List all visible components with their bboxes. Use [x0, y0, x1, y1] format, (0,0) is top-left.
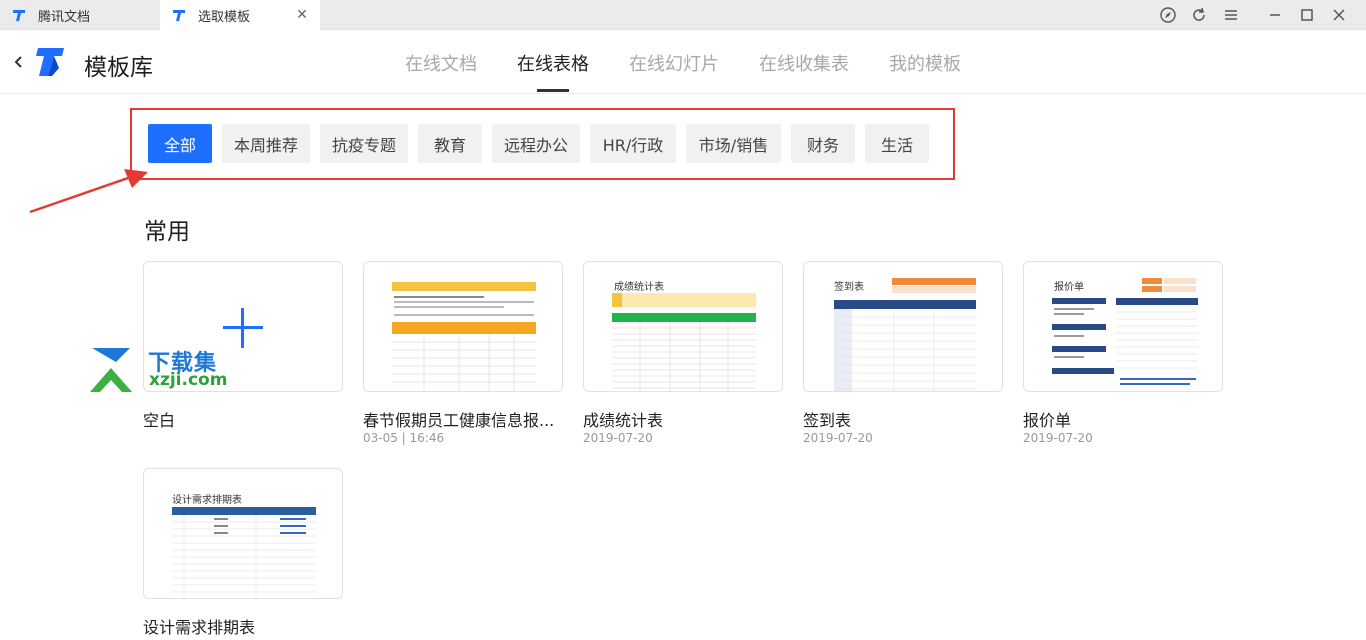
- close-icon[interactable]: ✕: [294, 7, 310, 23]
- template-date: 2019-07-20: [803, 431, 873, 445]
- template-card-health-report[interactable]: [363, 261, 563, 392]
- tab-label: 腾讯文档: [38, 9, 91, 25]
- plus-icon: [223, 308, 263, 348]
- category-remote-work[interactable]: 远程办公: [492, 124, 580, 163]
- watermark-url: xzji.com: [149, 370, 228, 390]
- category-finance[interactable]: 财务: [791, 124, 855, 163]
- template-name[interactable]: 春节假期员工健康信息报...: [363, 407, 554, 431]
- maximize-icon[interactable]: [1297, 5, 1317, 25]
- tab-online-slides[interactable]: 在线幻灯片: [629, 50, 719, 76]
- template-name[interactable]: 签到表: [803, 407, 851, 431]
- tencent-docs-icon: [13, 10, 25, 21]
- template-thumbnail: [834, 278, 976, 391]
- header: 模板库 在线文档 在线表格 在线幻灯片 在线收集表 我的模板: [0, 30, 1366, 94]
- category-marketing-sales[interactable]: 市场/销售: [686, 124, 781, 163]
- template-thumbnail: [1052, 278, 1198, 385]
- template-name[interactable]: 空白: [143, 407, 175, 431]
- category-education[interactable]: 教育: [418, 124, 482, 163]
- tab-label: 选取模板: [198, 9, 251, 25]
- category-weekly[interactable]: 本周推荐: [222, 124, 310, 163]
- template-name[interactable]: 报价单: [1023, 407, 1071, 431]
- template-date: 2019-07-20: [583, 431, 653, 445]
- template-card-design-schedule[interactable]: 设计需求排期表: [143, 468, 343, 599]
- tab-online-doc[interactable]: 在线文档: [405, 50, 477, 76]
- tencent-docs-icon: [173, 10, 185, 21]
- annotation-arrow: [29, 169, 148, 214]
- category-hr-admin[interactable]: HR/行政: [590, 124, 676, 163]
- category-epidemic[interactable]: 抗疫专题: [320, 124, 408, 163]
- minimize-icon[interactable]: [1265, 5, 1285, 25]
- template-card-sign-in[interactable]: 签到表: [803, 261, 1003, 392]
- title-bar: 腾讯文档 选取模板 ✕: [0, 0, 1366, 30]
- template-thumbnail: [392, 282, 536, 391]
- template-name[interactable]: 成绩统计表: [583, 407, 663, 431]
- tab-my-templates[interactable]: 我的模板: [889, 50, 961, 76]
- tencent-docs-logo: [36, 48, 64, 76]
- section-title: 常用: [144, 219, 190, 245]
- page-title: 模板库: [84, 55, 153, 81]
- template-card-quotation[interactable]: 报价单: [1023, 261, 1223, 392]
- compass-icon[interactable]: [1158, 5, 1178, 25]
- template-date: 03-05 | 16:46: [363, 431, 445, 445]
- template-card-score-stats[interactable]: 成绩统计表: [583, 261, 783, 392]
- tab-tencent-docs[interactable]: 腾讯文档: [0, 0, 160, 30]
- refresh-icon[interactable]: [1189, 5, 1209, 25]
- category-all[interactable]: 全部: [148, 124, 212, 163]
- back-icon[interactable]: [12, 52, 26, 72]
- tab-online-sheet[interactable]: 在线表格: [517, 50, 589, 76]
- template-thumbnail: [612, 293, 756, 391]
- category-life[interactable]: 生活: [865, 124, 929, 163]
- tab-online-form[interactable]: 在线收集表: [759, 50, 849, 76]
- template-name[interactable]: 设计需求排期表: [143, 614, 255, 638]
- active-tab-indicator: [537, 89, 569, 92]
- tab-choose-template[interactable]: 选取模板 ✕: [160, 0, 320, 30]
- template-thumbnail: [172, 507, 316, 598]
- window-close-icon[interactable]: [1329, 5, 1349, 25]
- template-date: 2019-07-20: [1023, 431, 1093, 445]
- menu-icon[interactable]: [1221, 5, 1241, 25]
